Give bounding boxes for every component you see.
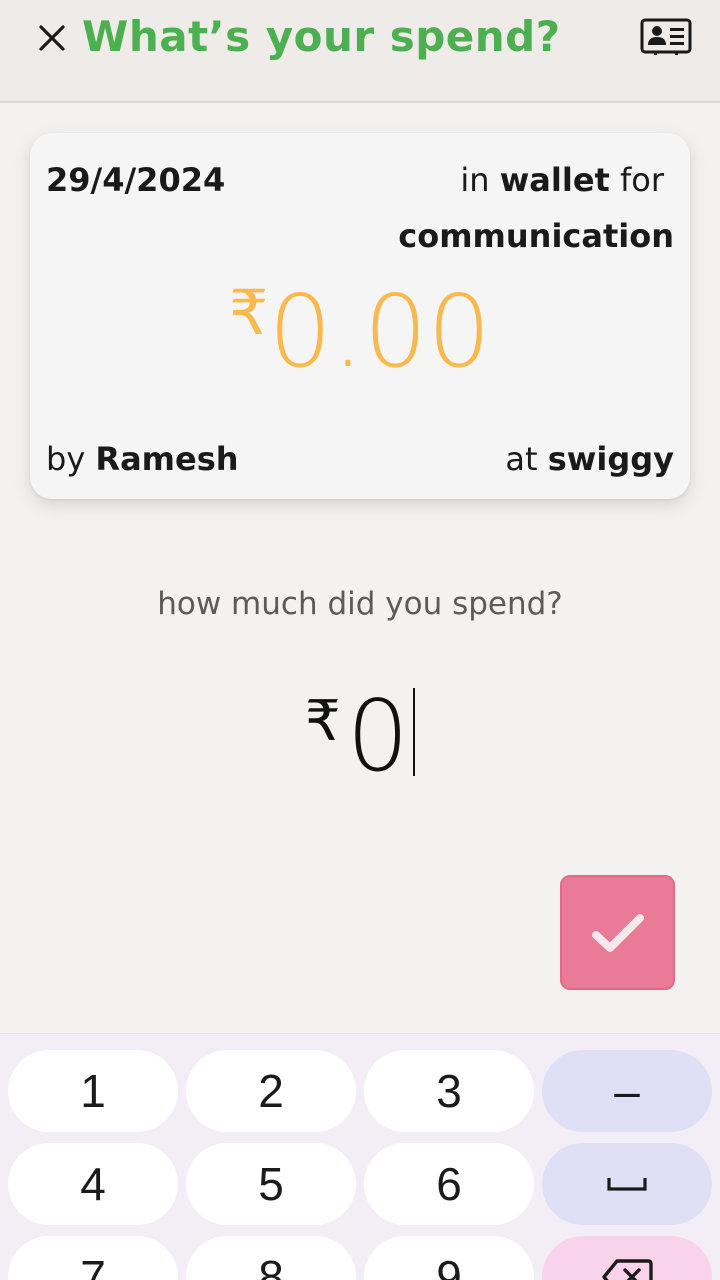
close-icon bbox=[39, 25, 65, 51]
check-icon bbox=[591, 913, 644, 952]
card-currency-symbol: ₹ bbox=[228, 276, 269, 349]
input-amount-value: 0 bbox=[346, 680, 409, 794]
key-4[interactable]: 4 bbox=[8, 1143, 178, 1225]
text-caret bbox=[413, 688, 415, 776]
merchant-prefix: at bbox=[505, 440, 538, 478]
spend-date[interactable]: 29/4/2024 bbox=[46, 161, 225, 199]
spender-line[interactable]: by Ramesh bbox=[46, 440, 239, 478]
key-5[interactable]: 5 bbox=[186, 1143, 356, 1225]
key-9[interactable]: 9 bbox=[364, 1236, 534, 1280]
key-8[interactable]: 8 bbox=[186, 1236, 356, 1280]
space-icon bbox=[607, 1178, 647, 1191]
merchant-name: swiggy bbox=[547, 440, 674, 478]
key-space[interactable] bbox=[542, 1143, 712, 1225]
card-amount: ₹0.00 bbox=[30, 273, 690, 390]
amount-input[interactable]: ₹0 bbox=[0, 680, 720, 794]
key-backspace[interactable] bbox=[542, 1236, 712, 1280]
key-6[interactable]: 6 bbox=[364, 1143, 534, 1225]
wallet-prefix: in bbox=[460, 161, 490, 199]
confirm-button[interactable] bbox=[560, 875, 675, 990]
close-button[interactable] bbox=[34, 20, 70, 56]
numeric-keyboard: 1 2 3 – 4 5 6 7 8 9 bbox=[0, 1033, 720, 1280]
key-7[interactable]: 7 bbox=[8, 1236, 178, 1280]
key-2[interactable]: 2 bbox=[186, 1050, 356, 1132]
wallet-suffix: for bbox=[620, 161, 664, 199]
spend-category[interactable]: communication bbox=[398, 217, 674, 255]
card-amount-value: 0.00 bbox=[268, 273, 492, 390]
contact-card-button[interactable] bbox=[640, 18, 692, 56]
backspace-icon bbox=[602, 1259, 653, 1280]
input-currency-symbol: ₹ bbox=[305, 689, 341, 754]
key-1[interactable]: 1 bbox=[8, 1050, 178, 1132]
key-minus[interactable]: – bbox=[542, 1050, 712, 1132]
amount-question: how much did you spend? bbox=[157, 586, 563, 622]
spender-name: Ramesh bbox=[95, 440, 239, 478]
wallet-name: wallet bbox=[499, 161, 610, 199]
page-title: What’s your spend? bbox=[82, 12, 561, 61]
spender-prefix: by bbox=[46, 440, 86, 478]
contact-card-icon bbox=[640, 18, 692, 55]
wallet-line[interactable]: in wallet for bbox=[460, 161, 664, 199]
spend-summary-card: 29/4/2024 in wallet for communication ₹0… bbox=[30, 133, 690, 499]
app-header: What’s your spend? bbox=[0, 0, 720, 103]
merchant-line[interactable]: at swiggy bbox=[505, 440, 674, 478]
key-3[interactable]: 3 bbox=[364, 1050, 534, 1132]
